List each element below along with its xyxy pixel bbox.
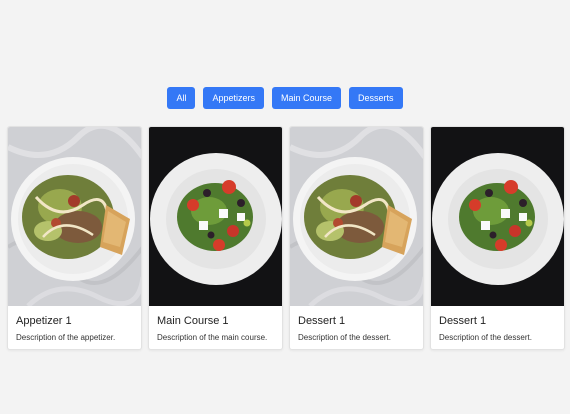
filter-main-course-button[interactable]: Main Course	[272, 87, 342, 109]
card-description: Description of the appetizer.	[16, 333, 116, 342]
greek-salad-image	[149, 127, 282, 306]
filter-bar: All Appetizers Main Course Desserts	[0, 87, 570, 109]
menu-card-dessert-2[interactable]: Dessert 1 Description of the dessert.	[430, 126, 565, 350]
card-title: Dessert 1	[439, 315, 487, 327]
card-description: Description of the main course.	[157, 333, 268, 342]
filter-all-button[interactable]: All	[167, 87, 196, 109]
card-title: Dessert 1	[298, 315, 346, 327]
menu-card-dessert-1[interactable]: Dessert 1 Description of the dessert.	[289, 126, 424, 350]
caesar-salad-image	[8, 127, 141, 306]
card-title: Main Course 1	[157, 315, 229, 327]
card-description: Description of the dessert.	[298, 333, 391, 342]
filter-desserts-button[interactable]: Desserts	[349, 87, 403, 109]
card-title: Appetizer 1	[16, 315, 72, 327]
greek-salad-image	[431, 127, 564, 306]
filter-appetizers-button[interactable]: Appetizers	[203, 87, 264, 109]
menu-card-appetizer-1[interactable]: Appetizer 1 Description of the appetizer…	[7, 126, 142, 350]
caesar-salad-image	[290, 127, 423, 306]
menu-card-main-course-1[interactable]: Main Course 1 Description of the main co…	[148, 126, 283, 350]
card-description: Description of the dessert.	[439, 333, 532, 342]
menu-card-grid: Appetizer 1 Description of the appetizer…	[7, 126, 565, 350]
